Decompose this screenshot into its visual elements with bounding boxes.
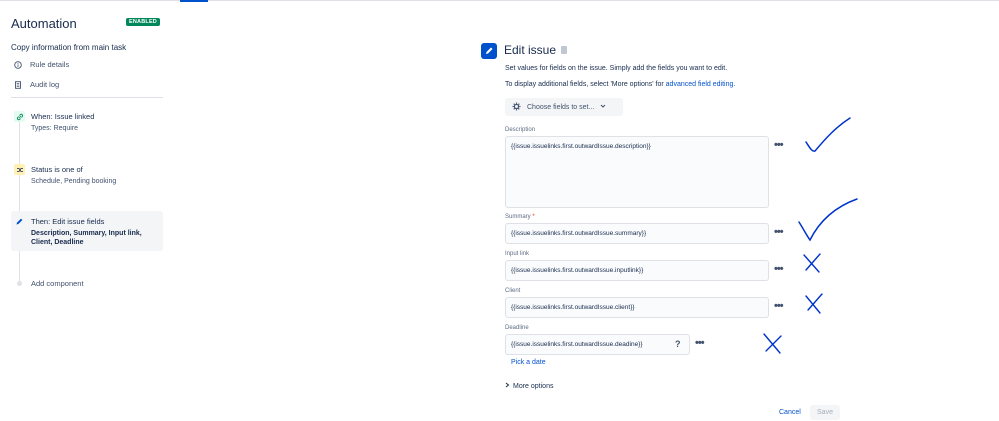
description-field[interactable]: {{issue.issuelinks.first.outwardIssue.de… xyxy=(505,136,769,208)
status-badge: ENABLED xyxy=(126,18,160,26)
shuffle-icon xyxy=(14,164,25,175)
delete-icon[interactable] xyxy=(561,46,567,54)
info-icon xyxy=(14,60,22,69)
client-label: Client xyxy=(505,288,521,294)
deadline-field[interactable]: {{issue.issuelinks.first.outwardIssue.de… xyxy=(505,334,690,355)
step-subtitle-line2: Client, Deadline xyxy=(31,239,84,246)
step-title: Status is one of xyxy=(31,165,83,174)
gear-icon xyxy=(512,102,521,113)
choose-fields-label: Choose fields to set... xyxy=(527,103,595,111)
advanced-field-editing-link[interactable]: advanced field editing. xyxy=(666,81,736,88)
checkmark-summary-icon xyxy=(798,198,858,242)
chevron-right-icon xyxy=(505,382,510,390)
menu-item-label: Audit log xyxy=(30,80,60,89)
menu-item-audit-log[interactable]: Audit log xyxy=(14,80,59,89)
active-tab-indicator xyxy=(180,0,208,2)
input-link-more-button[interactable]: ••• xyxy=(774,263,784,275)
sidebar-divider xyxy=(11,97,163,98)
summary-more-button[interactable]: ••• xyxy=(774,226,784,238)
menu-item-label: Rule details xyxy=(30,60,70,69)
add-component-dot xyxy=(17,281,22,286)
more-options-toggle[interactable]: More options xyxy=(505,382,553,390)
step-title: Then: Edit issue fields xyxy=(31,217,105,226)
panel-help-text: To display additional fields, select 'Mo… xyxy=(505,81,735,88)
app-title: Automation xyxy=(11,16,77,31)
step-subtitle: Schedule, Pending booking xyxy=(31,178,117,185)
action-step[interactable]: Then: Edit issue fields Description, Sum… xyxy=(11,211,163,251)
link-icon xyxy=(14,111,25,122)
input-link-label: Input link xyxy=(505,251,530,257)
deadline-more-button[interactable]: ••• xyxy=(695,337,705,349)
cross-deadline-icon xyxy=(763,333,782,354)
checkmark-description-icon xyxy=(805,117,851,152)
client-field[interactable]: {{issue.issuelinks.first.outwardIssue.cl… xyxy=(505,297,769,318)
log-icon xyxy=(14,80,22,89)
chevron-down-icon xyxy=(600,103,606,111)
description-more-button[interactable]: ••• xyxy=(774,139,784,151)
panel-title: Edit issue xyxy=(504,43,557,57)
menu-item-rule-details[interactable]: Rule details xyxy=(14,60,69,69)
help-text-prefix: To display additional fields, select 'Mo… xyxy=(505,81,666,88)
panel-description: Set values for fields on the issue. Simp… xyxy=(505,65,728,72)
top-border xyxy=(0,0,999,1)
client-more-button[interactable]: ••• xyxy=(774,300,784,312)
rule-name: Copy information from main task xyxy=(11,43,127,52)
summary-field[interactable]: {{issue.issuelinks.first.outwardIssue.su… xyxy=(505,223,769,244)
required-marker: * xyxy=(532,214,535,220)
choose-fields-button[interactable]: Choose fields to set... xyxy=(505,98,623,116)
help-icon[interactable]: ? xyxy=(675,339,681,349)
pencil-icon xyxy=(481,43,497,59)
description-label: Description xyxy=(505,127,536,133)
save-button[interactable]: Save xyxy=(810,405,840,420)
summary-label-text: Summary xyxy=(505,214,531,220)
cross-client-icon xyxy=(805,293,823,314)
step-title: When: Issue linked xyxy=(31,112,95,121)
more-options-label: More options xyxy=(513,382,554,390)
rule-timeline-line xyxy=(19,120,20,285)
input-link-field[interactable]: {{issue.issuelinks.first.outwardIssue.in… xyxy=(505,260,769,281)
add-component-link[interactable]: Add component xyxy=(31,279,84,288)
step-subtitle: Types: Require xyxy=(31,125,79,132)
pick-date-link[interactable]: Pick a date xyxy=(511,359,546,366)
cancel-button[interactable]: Cancel xyxy=(779,409,801,416)
pencil-icon xyxy=(14,216,25,227)
cross-input-link-icon xyxy=(803,253,821,273)
deadline-label: Deadline xyxy=(505,325,529,331)
summary-label: Summary * xyxy=(505,214,535,220)
